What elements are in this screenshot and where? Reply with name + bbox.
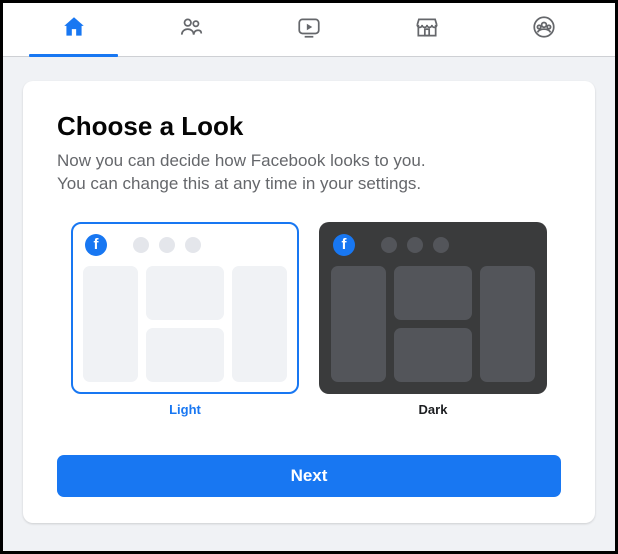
placeholder-dot <box>433 237 449 253</box>
placeholder-block <box>146 266 223 320</box>
home-icon <box>61 14 87 45</box>
next-button[interactable]: Next <box>57 455 561 497</box>
placeholder-block <box>146 328 223 382</box>
nav-marketplace[interactable] <box>368 3 486 56</box>
placeholder-dot <box>133 237 149 253</box>
placeholder-dot <box>407 237 423 253</box>
marketplace-icon <box>414 14 440 45</box>
facebook-logo-icon: f <box>333 234 355 256</box>
theme-option-light[interactable]: f Light <box>71 222 299 417</box>
choose-look-card: Choose a Look Now you can decide how Fac… <box>23 81 595 523</box>
nav-friends[interactable] <box>133 3 251 56</box>
placeholder-block <box>331 266 386 382</box>
placeholder-block <box>394 266 471 320</box>
placeholder-dot <box>185 237 201 253</box>
theme-options: f Light <box>57 222 561 417</box>
facebook-logo-icon: f <box>85 234 107 256</box>
friends-icon <box>178 14 204 45</box>
dark-label: Dark <box>419 402 448 417</box>
placeholder-block <box>83 266 138 382</box>
groups-icon <box>531 14 557 45</box>
placeholder-block <box>394 328 471 382</box>
light-label: Light <box>169 402 201 417</box>
nav-watch[interactable] <box>250 3 368 56</box>
content-area: Choose a Look Now you can decide how Fac… <box>3 57 615 551</box>
dialog-title: Choose a Look <box>57 111 561 142</box>
top-nav <box>3 3 615 57</box>
nav-home[interactable] <box>15 3 133 56</box>
light-preview: f <box>71 222 299 394</box>
placeholder-block <box>480 266 535 382</box>
nav-groups[interactable] <box>485 3 603 56</box>
placeholder-block <box>232 266 287 382</box>
watch-icon <box>296 14 322 45</box>
placeholder-dot <box>159 237 175 253</box>
theme-option-dark[interactable]: f Dark <box>319 222 547 417</box>
dialog-description: Now you can decide how Facebook looks to… <box>57 150 561 196</box>
placeholder-dot <box>381 237 397 253</box>
dark-preview: f <box>319 222 547 394</box>
